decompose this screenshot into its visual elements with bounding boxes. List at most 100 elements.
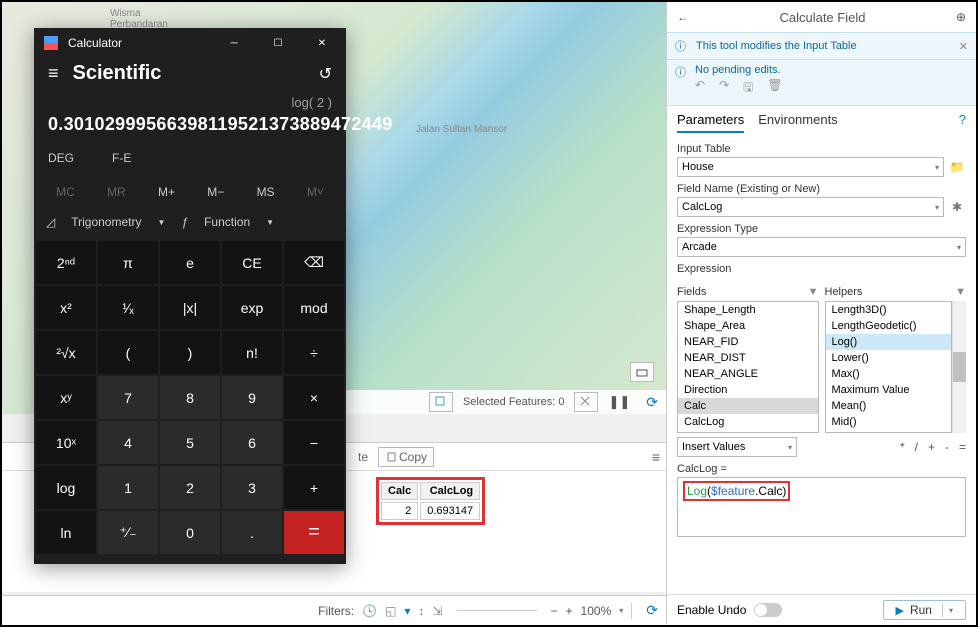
list-item[interactable]: NEAR_DIST [678,350,818,366]
zoom-in-button[interactable]: + [566,604,573,618]
help-button[interactable]: ? [959,112,966,133]
filter-funnel-icon[interactable]: ▾ [404,604,410,618]
filter-helpers-button[interactable]: ▼ [955,286,966,298]
key-equals[interactable]: = [284,511,344,554]
key-ce[interactable]: CE [222,241,282,284]
key-mul[interactable]: × [284,376,344,419]
key-6[interactable]: 6 [222,421,282,464]
column-header-calc[interactable]: Calc [381,482,418,500]
minimize-button[interactable]: ─ [212,28,256,58]
function-button[interactable]: Function [204,215,250,229]
fields-listbox[interactable]: Shape_Length Shape_Area NEAR_FID NEAR_DI… [677,301,819,433]
list-item[interactable]: Calc [678,398,818,414]
key-dot[interactable]: . [222,511,282,554]
filter-arrow-icon[interactable]: ↕ [418,604,424,618]
key-add[interactable]: + [284,466,344,509]
scrollbar[interactable] [952,301,966,433]
fe-button[interactable]: F-E [112,151,131,165]
list-item[interactable]: NEAR_ANGLE [678,366,818,382]
undo-button[interactable]: ↶ [695,78,705,99]
key-pi[interactable]: π [98,241,158,284]
list-item[interactable]: CalcLog [678,414,818,430]
key-lparen[interactable]: ( [98,331,158,374]
list-item[interactable]: Lower() [826,350,952,366]
deg-button[interactable]: DEG [48,151,74,165]
filter-extent-icon[interactable]: ◱ [385,604,396,618]
mr-button[interactable]: MR [107,185,126,199]
history-button[interactable]: ↺ [319,64,332,84]
key-sqrt[interactable]: ²√x [36,331,96,374]
refresh-table-button[interactable]: ⟳ [646,602,658,619]
key-mod[interactable]: mod [284,286,344,329]
op-minus[interactable]: - [945,440,949,454]
enable-undo-toggle[interactable] [754,603,782,617]
refresh-button[interactable]: ⟳ [646,394,658,411]
tab-parameters[interactable]: Parameters [677,112,744,133]
trig-button[interactable]: Trigonometry [71,215,141,229]
field-settings-button[interactable]: ✱ [948,198,966,216]
redo-button[interactable]: ↷ [719,78,729,99]
list-item[interactable]: Mid() [826,414,952,430]
insert-values-select[interactable]: Insert Values▾ [677,437,797,457]
clear-selection-button[interactable] [574,392,598,412]
mplus-button[interactable]: M+ [158,185,175,199]
pause-button[interactable]: ❚❚ [608,394,630,410]
key-recip[interactable]: ¹⁄ₓ [98,286,158,329]
list-item[interactable]: LengthGeodetic() [826,318,952,334]
op-multiply[interactable]: * [900,440,905,454]
mv-button[interactable]: M˅ [307,185,324,199]
op-divide[interactable]: / [915,440,918,454]
zoom-out-button[interactable]: − [551,604,558,618]
key-2[interactable]: 2 [160,466,220,509]
key-backspace[interactable]: ⌫ [284,241,344,284]
key-fact[interactable]: n! [222,331,282,374]
list-item[interactable]: Direction [678,382,818,398]
key-e[interactable]: e [160,241,220,284]
key-sub[interactable]: − [284,421,344,464]
calculator-titlebar[interactable]: Calculator ─ ☐ ✕ [34,28,346,58]
table-menu-button[interactable]: ≡ [652,449,660,465]
list-item[interactable]: Shape_Length [678,302,818,318]
list-item[interactable]: Log() [826,334,952,350]
zoom-chevron-icon[interactable]: ▾ [619,606,623,615]
key-x2[interactable]: x² [36,286,96,329]
ms-button[interactable]: MS [257,185,275,199]
browse-button[interactable]: 📁 [948,158,966,176]
basemap-button[interactable] [630,362,654,382]
hamburger-menu-button[interactable]: ≡ [48,63,59,84]
expression-input[interactable]: Log($feature.Calc) [677,477,966,537]
zoom-level[interactable]: 100% [581,604,612,618]
key-3[interactable]: 3 [222,466,282,509]
filter-expand-icon[interactable]: ⇲ [432,604,442,618]
add-button[interactable]: ⊕ [956,10,966,24]
mminus-button[interactable]: M− [207,185,224,199]
key-1[interactable]: 1 [98,466,158,509]
run-button[interactable]: ▶ Run ▾ [883,600,967,620]
list-item[interactable]: NEAR_FID [678,334,818,350]
key-sign[interactable]: ⁺⁄₋ [98,511,158,554]
list-item[interactable]: Maximum Value [826,382,952,398]
input-table-select[interactable]: House▾ [677,157,944,177]
expression-type-select[interactable]: Arcade▾ [677,237,966,257]
key-log[interactable]: log [36,466,96,509]
key-8[interactable]: 8 [160,376,220,419]
maximize-button[interactable]: ☐ [256,28,300,58]
list-item[interactable]: Mean() [826,398,952,414]
copy-button[interactable]: Copy [378,447,434,467]
filter-fields-button[interactable]: ▼ [808,286,819,298]
selection-tool-button[interactable] [429,392,453,412]
column-header-calclog[interactable]: CalcLog [420,482,480,500]
key-7[interactable]: 7 [98,376,158,419]
list-item[interactable]: Length3D() [826,302,952,318]
field-name-select[interactable]: CalcLog▾ [677,197,944,217]
op-plus[interactable]: + [928,440,935,454]
filter-time-icon[interactable]: 🕓 [362,604,377,618]
key-rparen[interactable]: ) [160,331,220,374]
key-abs[interactable]: |x| [160,286,220,329]
op-equals[interactable]: = [959,440,966,454]
key-exp[interactable]: exp [222,286,282,329]
close-banner-button[interactable]: ✕ [959,40,968,53]
close-button[interactable]: ✕ [300,28,344,58]
helpers-listbox[interactable]: Length3D() LengthGeodetic() Log() Lower(… [825,301,953,433]
mc-button[interactable]: MC [56,185,75,199]
